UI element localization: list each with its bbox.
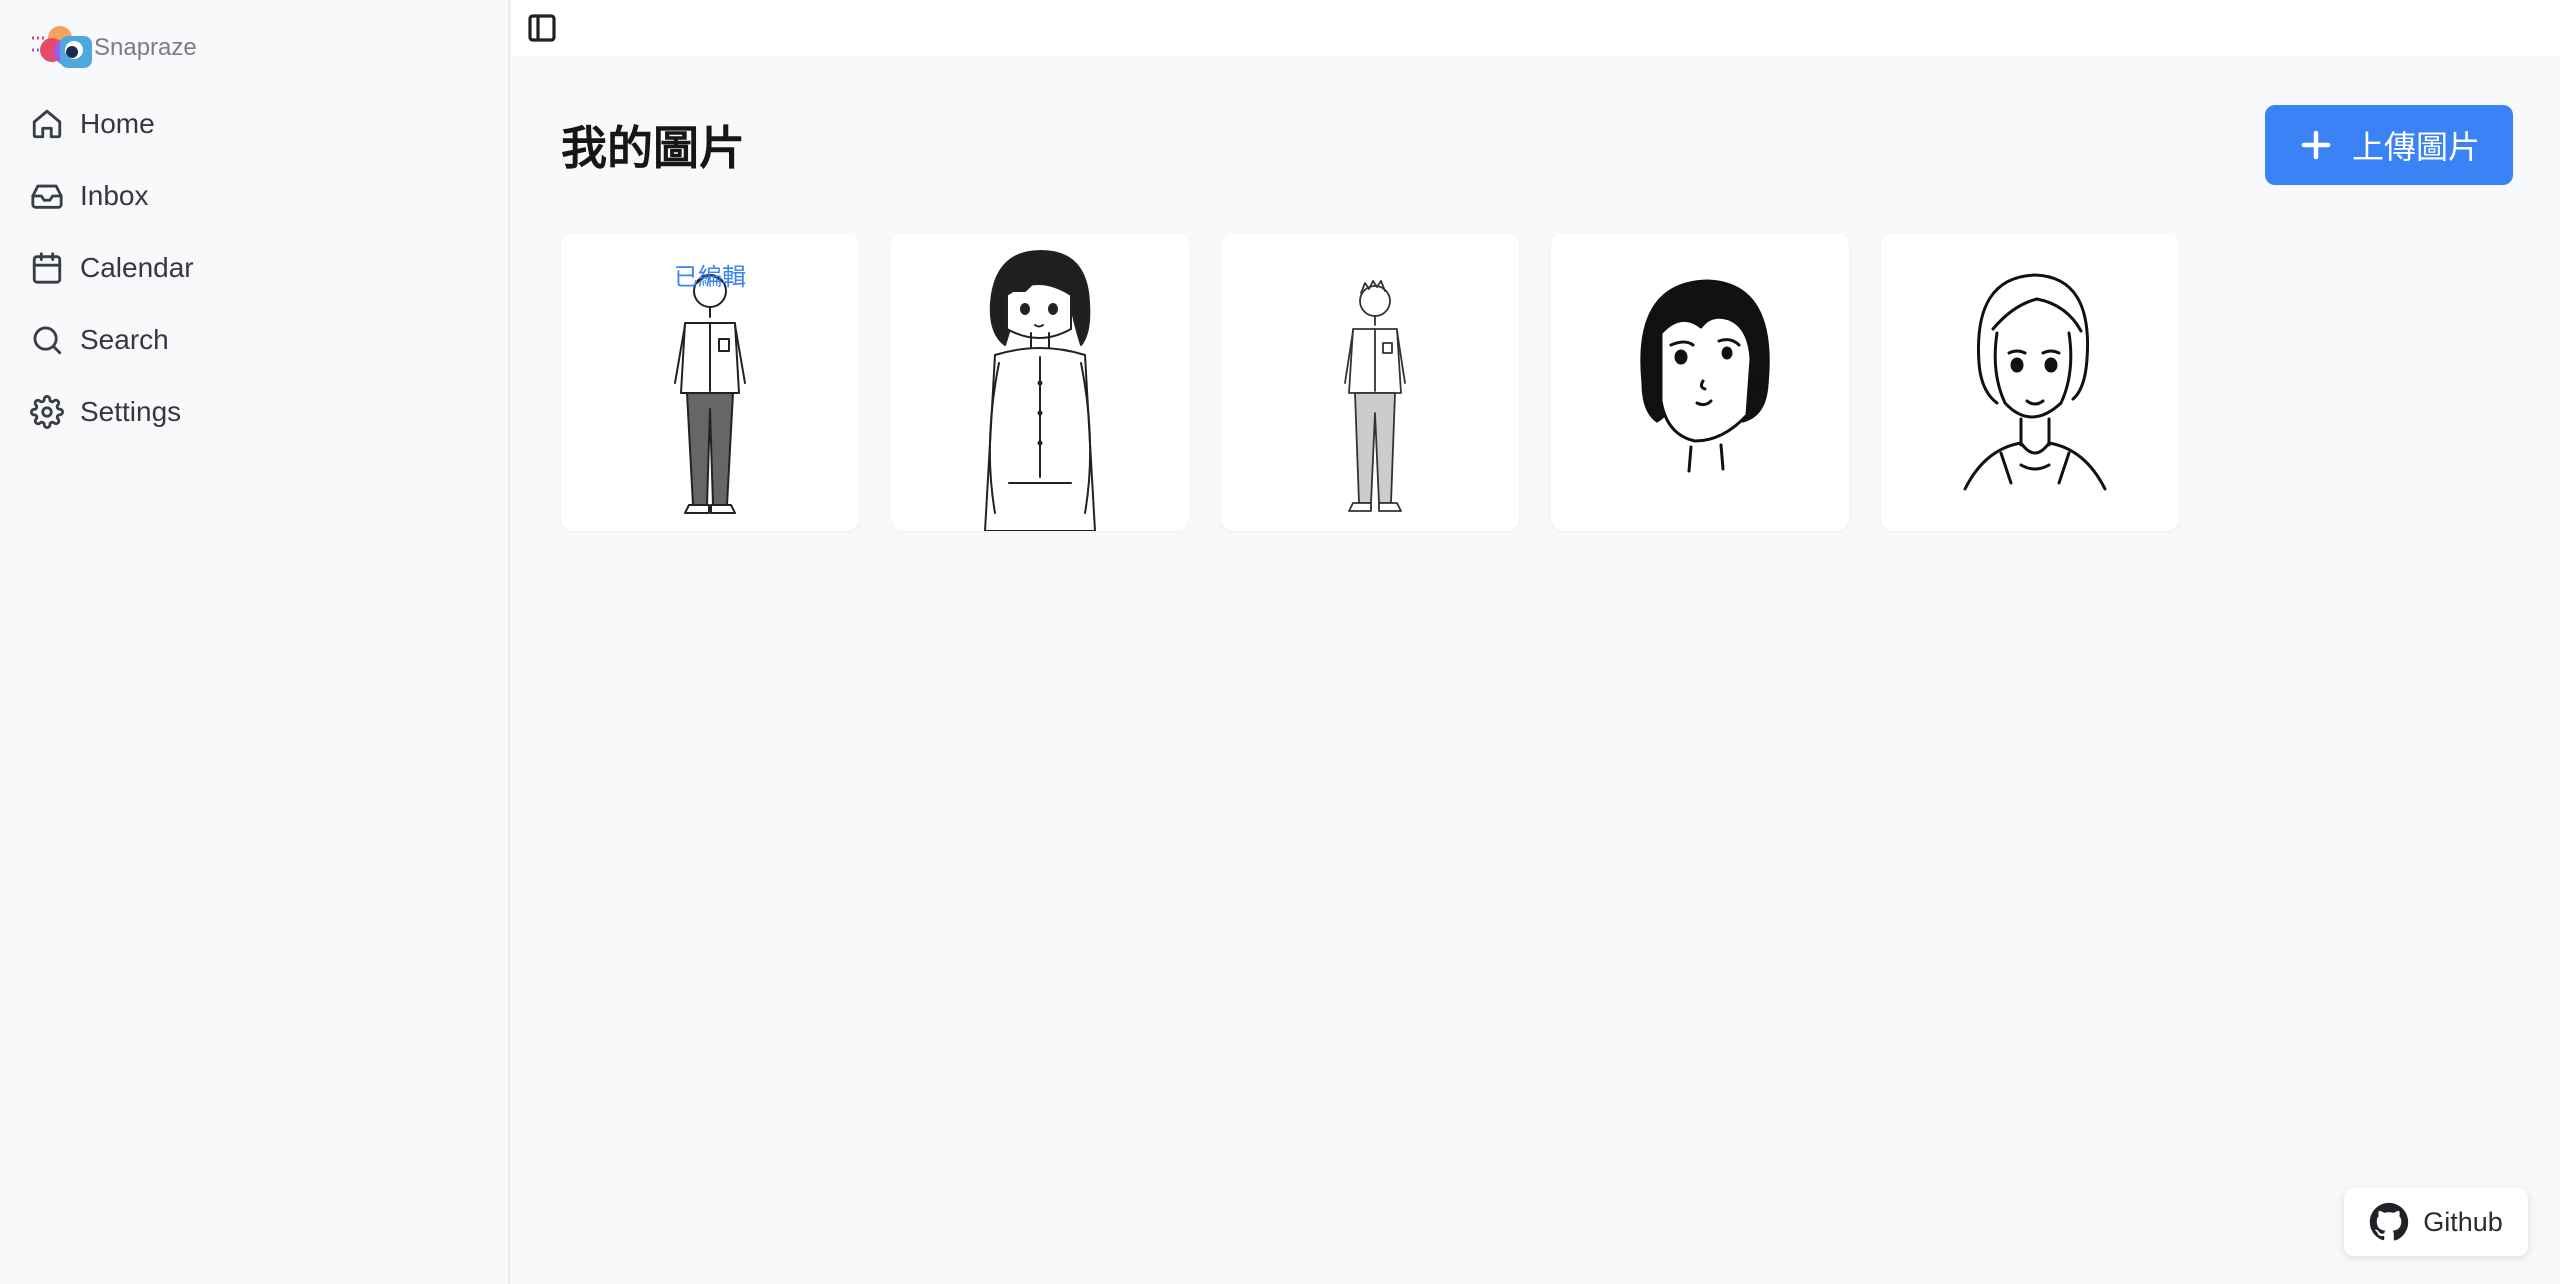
sidebar-item-label: Settings [80,396,182,427]
calendar-icon [32,252,62,284]
brand[interactable]: Snapraze [30,22,197,74]
image-card[interactable] [891,233,1189,531]
image-card[interactable] [1881,233,2179,531]
sidebar-item-label: Home [80,108,155,139]
image-thumbnail [1640,279,1770,473]
image-card[interactable] [1551,233,1849,531]
sidebar-toggle-button[interactable] [526,12,558,44]
plus-icon [2301,130,2331,160]
github-icon [2370,1202,2409,1241]
image-thumbnail [1344,280,1406,512]
upload-button-label: 上傳圖片 [2351,129,2480,165]
home-icon [32,109,62,139]
topbar [512,0,2560,56]
sidebar-item-inbox[interactable]: Inbox [30,160,194,232]
sidebar-item-settings[interactable]: Settings [30,376,194,448]
sidebar-item-label: Search [80,324,169,355]
sidebar-nav: Home Inbox Calendar Search Settings [30,88,194,448]
edited-badge: 已編輯 [674,264,746,291]
upload-image-button[interactable]: 上傳圖片 [2265,105,2513,185]
image-thumbnail [1963,273,2107,491]
snapraze-logo [32,26,92,68]
image-card[interactable]: 已編輯 [561,233,859,531]
brand-name: Snapraze [94,34,197,61]
page-title: 我的圖片 [561,122,745,174]
image-grid: 已編輯 [561,233,2179,531]
sidebar-item-label: Inbox [80,180,149,211]
search-icon [33,326,62,355]
sidebar: Snapraze Home Inbox Calendar Search Sett… [0,0,510,1284]
github-button[interactable]: Github [2344,1188,2528,1256]
gear-icon [30,395,64,429]
sidebar-toggle-icon [528,14,556,42]
sidebar-item-home[interactable]: Home [30,88,194,160]
sidebar-item-calendar[interactable]: Calendar [30,232,194,304]
inbox-icon [31,184,63,209]
sidebar-item-search[interactable]: Search [30,304,194,376]
github-label: Github [2423,1206,2503,1237]
image-card[interactable] [1221,233,1519,531]
image-thumbnail [984,250,1096,531]
sidebar-item-label: Calendar [80,252,194,283]
